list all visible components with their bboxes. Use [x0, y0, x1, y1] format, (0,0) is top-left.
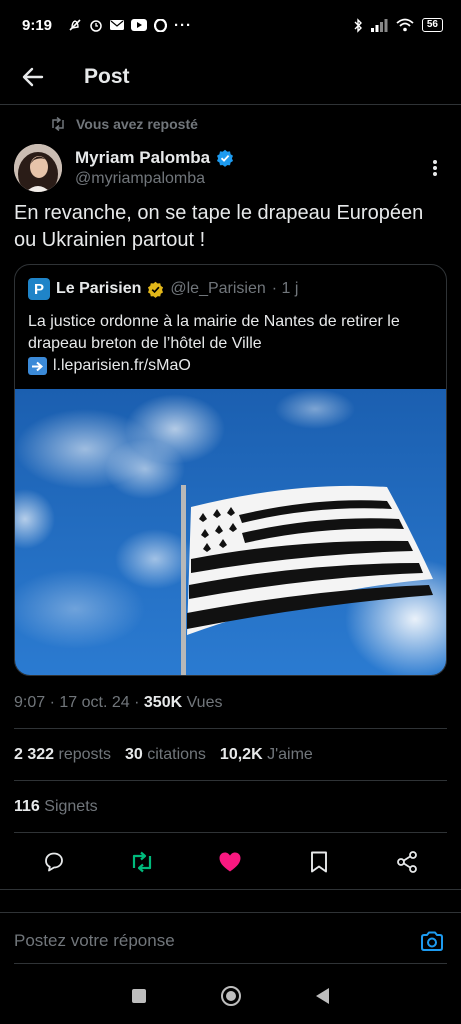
reposts-stat[interactable]: 2 322 reposts: [14, 746, 111, 764]
youtube-icon: [131, 19, 148, 31]
signal-icon: [370, 18, 388, 32]
more-vertical-icon: [433, 160, 437, 176]
reply-input[interactable]: [14, 916, 417, 965]
quoted-post[interactable]: P Le Parisien @le_Parisien · 1 j La just…: [14, 264, 447, 676]
like-button[interactable]: [210, 842, 250, 882]
arrow-left-icon: [22, 67, 44, 87]
quote-author-handle: @le_Parisien: [170, 280, 266, 297]
quotes-stat[interactable]: 30 citations: [125, 746, 206, 764]
system-nav-bar: [0, 968, 461, 1024]
share-button[interactable]: [387, 842, 427, 882]
repost-button[interactable]: [122, 842, 162, 882]
divider: [14, 832, 447, 833]
post-text: En revanche, on se tape le drapeau Europ…: [14, 202, 424, 251]
verified-gold-badge-icon: [148, 281, 164, 298]
status-bar: 9:19 ··· 56: [0, 0, 461, 50]
back-icon[interactable]: [315, 988, 329, 1004]
camera-icon: [421, 931, 443, 951]
post-date: 17 oct. 24: [59, 694, 130, 711]
bookmark-icon: [310, 851, 327, 873]
post-time: 9:07: [14, 694, 46, 711]
avatar[interactable]: [14, 144, 62, 192]
reply-button[interactable]: [34, 842, 74, 882]
bookmark-button[interactable]: [299, 842, 339, 882]
bluetooth-icon: [354, 17, 362, 33]
post-stats: 2 322 reposts 30 citations 10,2K J'aime: [14, 746, 313, 764]
repost-icon: [133, 851, 152, 873]
more-options-button[interactable]: [423, 148, 447, 188]
author-handle: @myriampalomba: [75, 170, 206, 187]
post-author: Myriam Palomba @myriampalomba: [14, 142, 447, 194]
back-button[interactable]: [0, 50, 66, 105]
flag-photo[interactable]: [15, 389, 447, 676]
repost-label: Vous avez reposté: [76, 116, 198, 132]
likes-stat[interactable]: 10,2K J'aime: [220, 746, 313, 764]
author-name[interactable]: Myriam Palomba: [75, 148, 210, 168]
divider: [0, 889, 461, 890]
heart-icon: [219, 852, 241, 872]
post-meta: 9:07 · 17 oct. 24 · 350K Vues: [14, 694, 223, 711]
battery-icon: 56: [421, 18, 443, 32]
more-icon: ···: [174, 16, 193, 34]
share-icon: [396, 851, 417, 873]
mail-icon: [110, 20, 125, 30]
page-title: Post: [84, 65, 130, 88]
quote-time: · 1 j: [271, 280, 299, 297]
bookmarks-stat[interactable]: 116 Signets: [14, 798, 98, 816]
home-icon[interactable]: [220, 986, 241, 1006]
quote-link[interactable]: l.leparisien.fr/sMaO: [53, 355, 191, 377]
wifi-icon: [396, 18, 414, 32]
quote-author-name: Le Parisien: [56, 280, 142, 297]
repost-small-icon: [52, 117, 64, 131]
camera-button[interactable]: [417, 921, 447, 961]
post-actions: [0, 840, 461, 884]
reply-icon: [45, 852, 63, 872]
alarm-icon: [90, 20, 102, 32]
quote-avatar: P: [28, 278, 50, 300]
views-label: Vues: [186, 694, 223, 711]
reply-composer: [0, 912, 461, 968]
opera-icon: [154, 18, 168, 32]
recents-icon[interactable]: [132, 989, 147, 1003]
divider: [14, 728, 447, 729]
status-time: 9:19: [22, 16, 53, 34]
divider: [14, 780, 447, 781]
do-not-disturb-icon: [69, 19, 81, 31]
repost-indicator[interactable]: Vous avez reposté: [50, 116, 198, 132]
quote-text: La justice ordonne à la mairie de Nantes…: [28, 313, 400, 352]
views-count: 350K: [143, 694, 183, 711]
arrow-right-icon: [28, 357, 47, 375]
post-header: Post: [0, 50, 461, 105]
verified-badge-icon: [217, 149, 234, 167]
